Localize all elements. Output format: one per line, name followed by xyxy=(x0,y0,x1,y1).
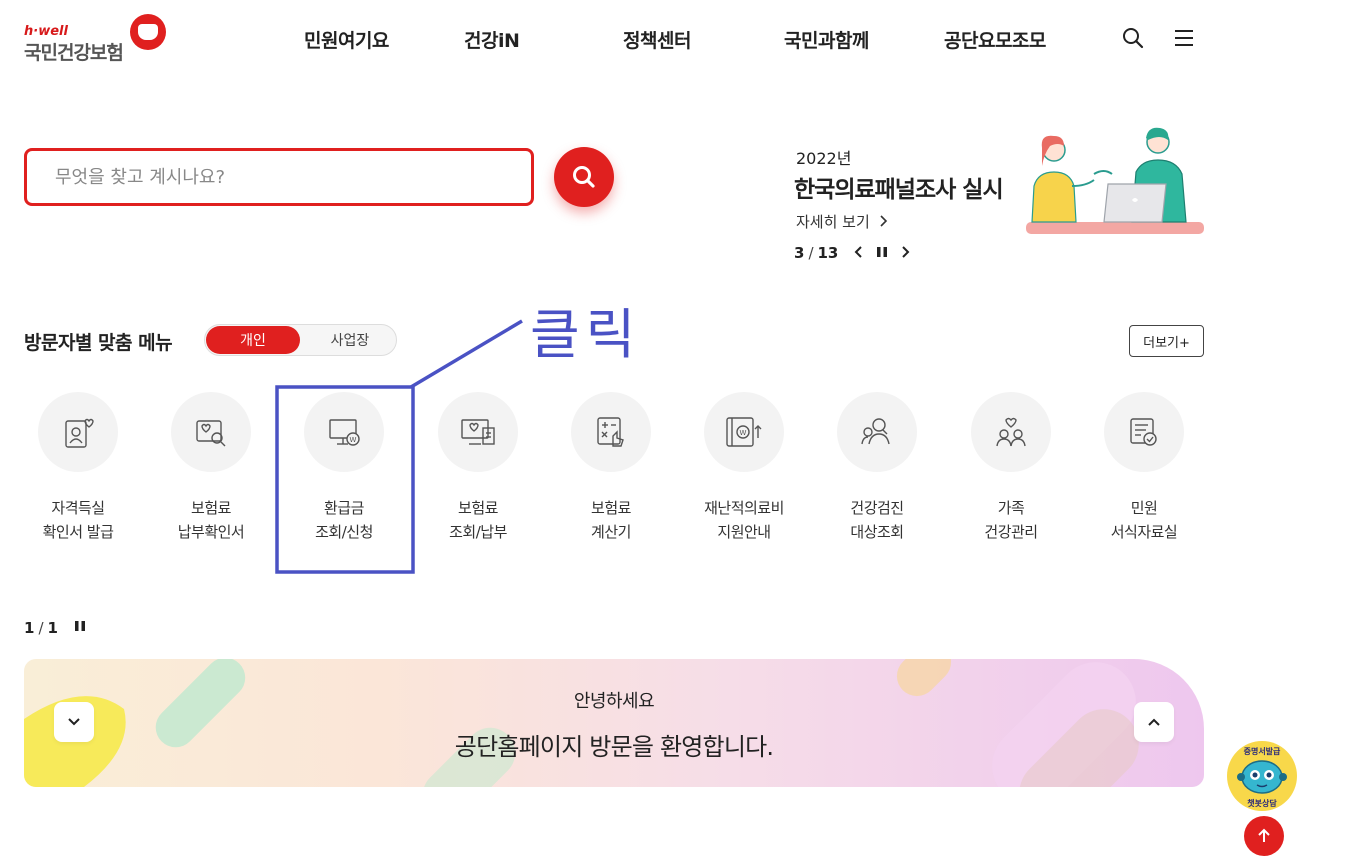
annotation-click-label: 클릭 xyxy=(530,303,642,366)
search-box xyxy=(24,148,534,206)
menu-item-label: 환급금 조회/신청 xyxy=(315,499,373,541)
menu-item-calculator[interactable]: 보험료 계산기 xyxy=(546,392,676,542)
menu-section-title: 방문자별 맞춤 메뉴 xyxy=(24,332,173,354)
pager-separator: / xyxy=(808,244,814,262)
menu-page-total: 1 xyxy=(47,618,58,637)
nav-item-health[interactable]: 건강iN xyxy=(464,26,520,53)
svg-text:W: W xyxy=(740,429,747,437)
menu-item-label: 보험료 조회/납부 xyxy=(449,499,507,541)
banner-title[interactable]: 한국의료패널조사 실시 xyxy=(794,170,1004,204)
nav-item-civil[interactable]: 민원여기요 xyxy=(304,26,389,53)
id-card-heart-icon xyxy=(38,392,118,472)
menu-item-catastrophic-support[interactable]: W 재난적의료비 지원안내 xyxy=(679,392,809,542)
menu-item-label: 보험료 계산기 xyxy=(591,499,631,541)
chevron-left-icon[interactable] xyxy=(854,244,864,263)
welcome-message: 공단홈페이지 방문을 환영합니다. xyxy=(454,733,774,761)
welcome-collapse-button[interactable] xyxy=(54,702,94,742)
menu-item-checkup[interactable]: 건강검진 대상조회 xyxy=(812,392,942,542)
menu-item-label: 보험료 납부확인서 xyxy=(177,499,245,541)
search-icon xyxy=(573,166,595,188)
family-heart-icon xyxy=(971,392,1051,472)
scroll-top-button[interactable] xyxy=(1244,816,1284,856)
menu-item-family-health[interactable]: 가족 건강관리 xyxy=(946,392,1076,542)
calculator-icon xyxy=(571,392,651,472)
banner-page-current: 3 xyxy=(794,244,805,262)
pager-separator: / xyxy=(38,618,44,637)
menu-item-label: 가족 건강관리 xyxy=(984,499,1038,541)
search-input[interactable] xyxy=(27,151,531,203)
nav-item-together[interactable]: 국민과함께 xyxy=(784,26,869,53)
annotation-pointer-line xyxy=(410,319,523,389)
chevron-right-icon[interactable] xyxy=(900,244,910,263)
menu-item-refund[interactable]: W 환급금 조회/신청 xyxy=(279,392,409,542)
menu-item-label: 건강검진 대상조회 xyxy=(850,499,904,541)
form-check-icon xyxy=(1104,392,1184,472)
menu-item-premium-lookup[interactable]: 보험료 조회/납부 xyxy=(413,392,543,542)
document-search-icon xyxy=(171,392,251,472)
search-button[interactable] xyxy=(554,147,614,207)
banner-page-total: 13 xyxy=(817,244,839,262)
nav-item-about[interactable]: 공단요모조모 xyxy=(944,26,1046,53)
banner-more-link[interactable]: 자세히 보기 xyxy=(796,211,889,232)
menu-item-forms[interactable]: 민원 서식자료실 xyxy=(1079,392,1209,542)
tab-individual[interactable]: 개인 xyxy=(206,326,300,354)
chatbot-button[interactable]: 증명서발급 챗봇상담 xyxy=(1227,741,1297,811)
tab-business[interactable]: 사업장 xyxy=(305,326,395,354)
menu-item-label: 자격득실 확인서 발급 xyxy=(42,499,114,541)
nav-item-policy[interactable]: 정책센터 xyxy=(623,26,691,53)
banner-more-label: 자세히 보기 xyxy=(796,213,870,231)
menu-item-qualification[interactable]: 자격득실 확인서 발급 xyxy=(13,392,143,542)
chevron-up-icon xyxy=(1148,718,1160,726)
arrow-up-icon xyxy=(1258,828,1270,842)
visitor-type-toggle: 개인 사업장 xyxy=(204,324,397,356)
menu-page-current: 1 xyxy=(24,618,35,637)
pause-icon[interactable] xyxy=(876,244,888,263)
monitor-won-icon: W xyxy=(304,392,384,472)
welcome-banner: 안녕하세요 공단홈페이지 방문을 환영합니다. xyxy=(24,659,1204,787)
won-support-icon: W xyxy=(704,392,784,472)
people-search-icon xyxy=(837,392,917,472)
search-icon[interactable] xyxy=(1121,26,1145,50)
menu-item-payment-certificate[interactable]: 보험료 납부확인서 xyxy=(146,392,276,542)
menu-item-label: 재난적의료비 지원안내 xyxy=(704,499,784,541)
monitor-receipt-icon xyxy=(438,392,518,472)
banner-year: 2022년 xyxy=(796,149,852,168)
welcome-subtitle: 안녕하세요 xyxy=(573,691,655,712)
welcome-expand-button[interactable] xyxy=(1134,702,1174,742)
chatbot-bottom-text: 챗봇상담 xyxy=(1247,799,1277,808)
menu-item-label: 민원 서식자료실 xyxy=(1110,499,1178,541)
chevron-down-icon xyxy=(68,718,80,726)
banner-controls: 3 / 13 xyxy=(794,243,910,263)
menu-pager: 1 / 1 xyxy=(24,618,86,637)
chevron-right-icon xyxy=(879,215,887,227)
banner-illustration xyxy=(1024,124,1206,238)
svg-text:W: W xyxy=(350,436,357,444)
pause-icon[interactable] xyxy=(74,618,86,637)
welcome-decoration xyxy=(24,659,1139,787)
more-button[interactable]: 더보기+ xyxy=(1129,325,1204,357)
hamburger-icon[interactable] xyxy=(1172,26,1196,50)
